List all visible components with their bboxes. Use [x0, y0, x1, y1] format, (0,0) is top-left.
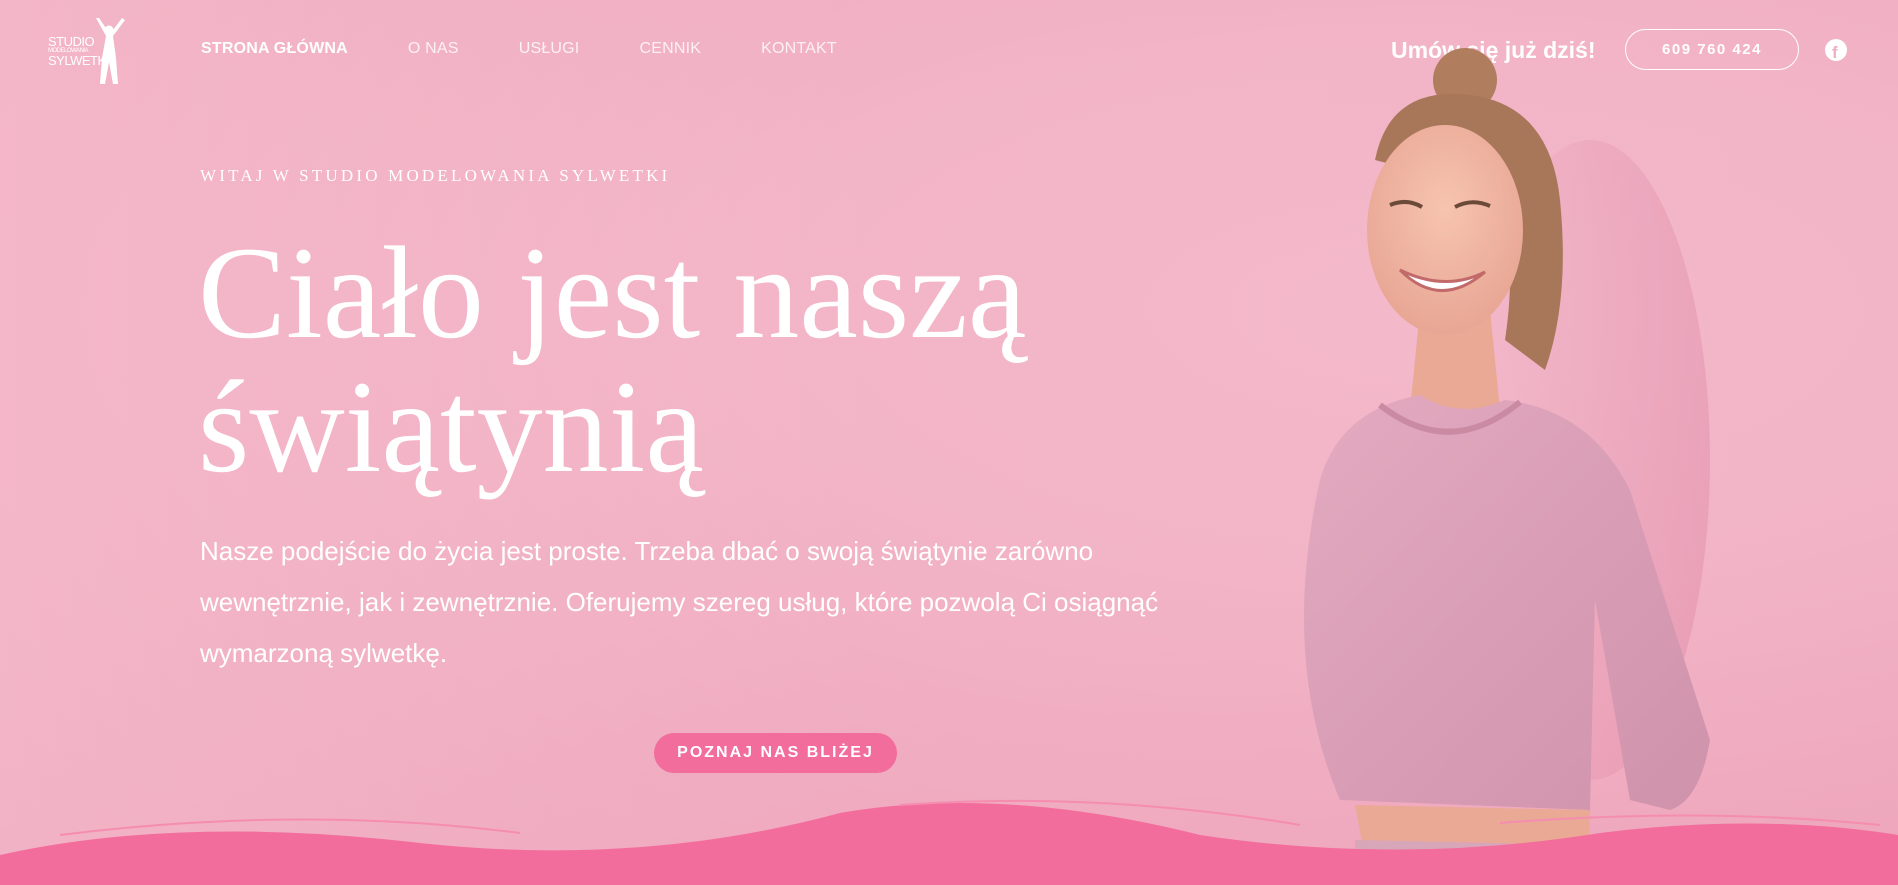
hero-headline-line-1: Ciało jest naszą	[198, 219, 1027, 366]
figure-logo-icon	[96, 18, 125, 84]
hero-headline-line-2: świątynią	[198, 353, 704, 500]
nav-contact[interactable]: KONTAKT	[761, 40, 837, 58]
nav-about[interactable]: O NAS	[408, 40, 459, 58]
hero-eyebrow: WITAJ W STUDIO MODELOWANIA SYLWETKI	[200, 166, 671, 185]
main-nav: STRONA GŁÓWNA O NAS USŁUGI CENNIK KONTAK…	[201, 40, 897, 58]
facebook-icon[interactable]: f	[1825, 39, 1847, 62]
nav-pricing[interactable]: CENNIK	[639, 40, 701, 58]
learn-more-button[interactable]: POZNAJ NAS BLIŻEJ	[654, 733, 897, 773]
hero-headline: Ciało jest naszą świątynią	[198, 226, 1098, 494]
nav-services[interactable]: USŁUGI	[519, 40, 580, 58]
bottom-wave	[0, 799, 1898, 885]
hero-woman-image	[1304, 48, 1710, 885]
hero-lead-text: Nasze podejście do życia jest proste. Tr…	[200, 536, 1159, 668]
logo-text-line-1: STUDIO	[48, 34, 95, 49]
nav-home[interactable]: STRONA GŁÓWNA	[201, 40, 348, 58]
logo[interactable]: STUDIO MODELOWANIA SYLWETKI	[48, 18, 128, 84]
